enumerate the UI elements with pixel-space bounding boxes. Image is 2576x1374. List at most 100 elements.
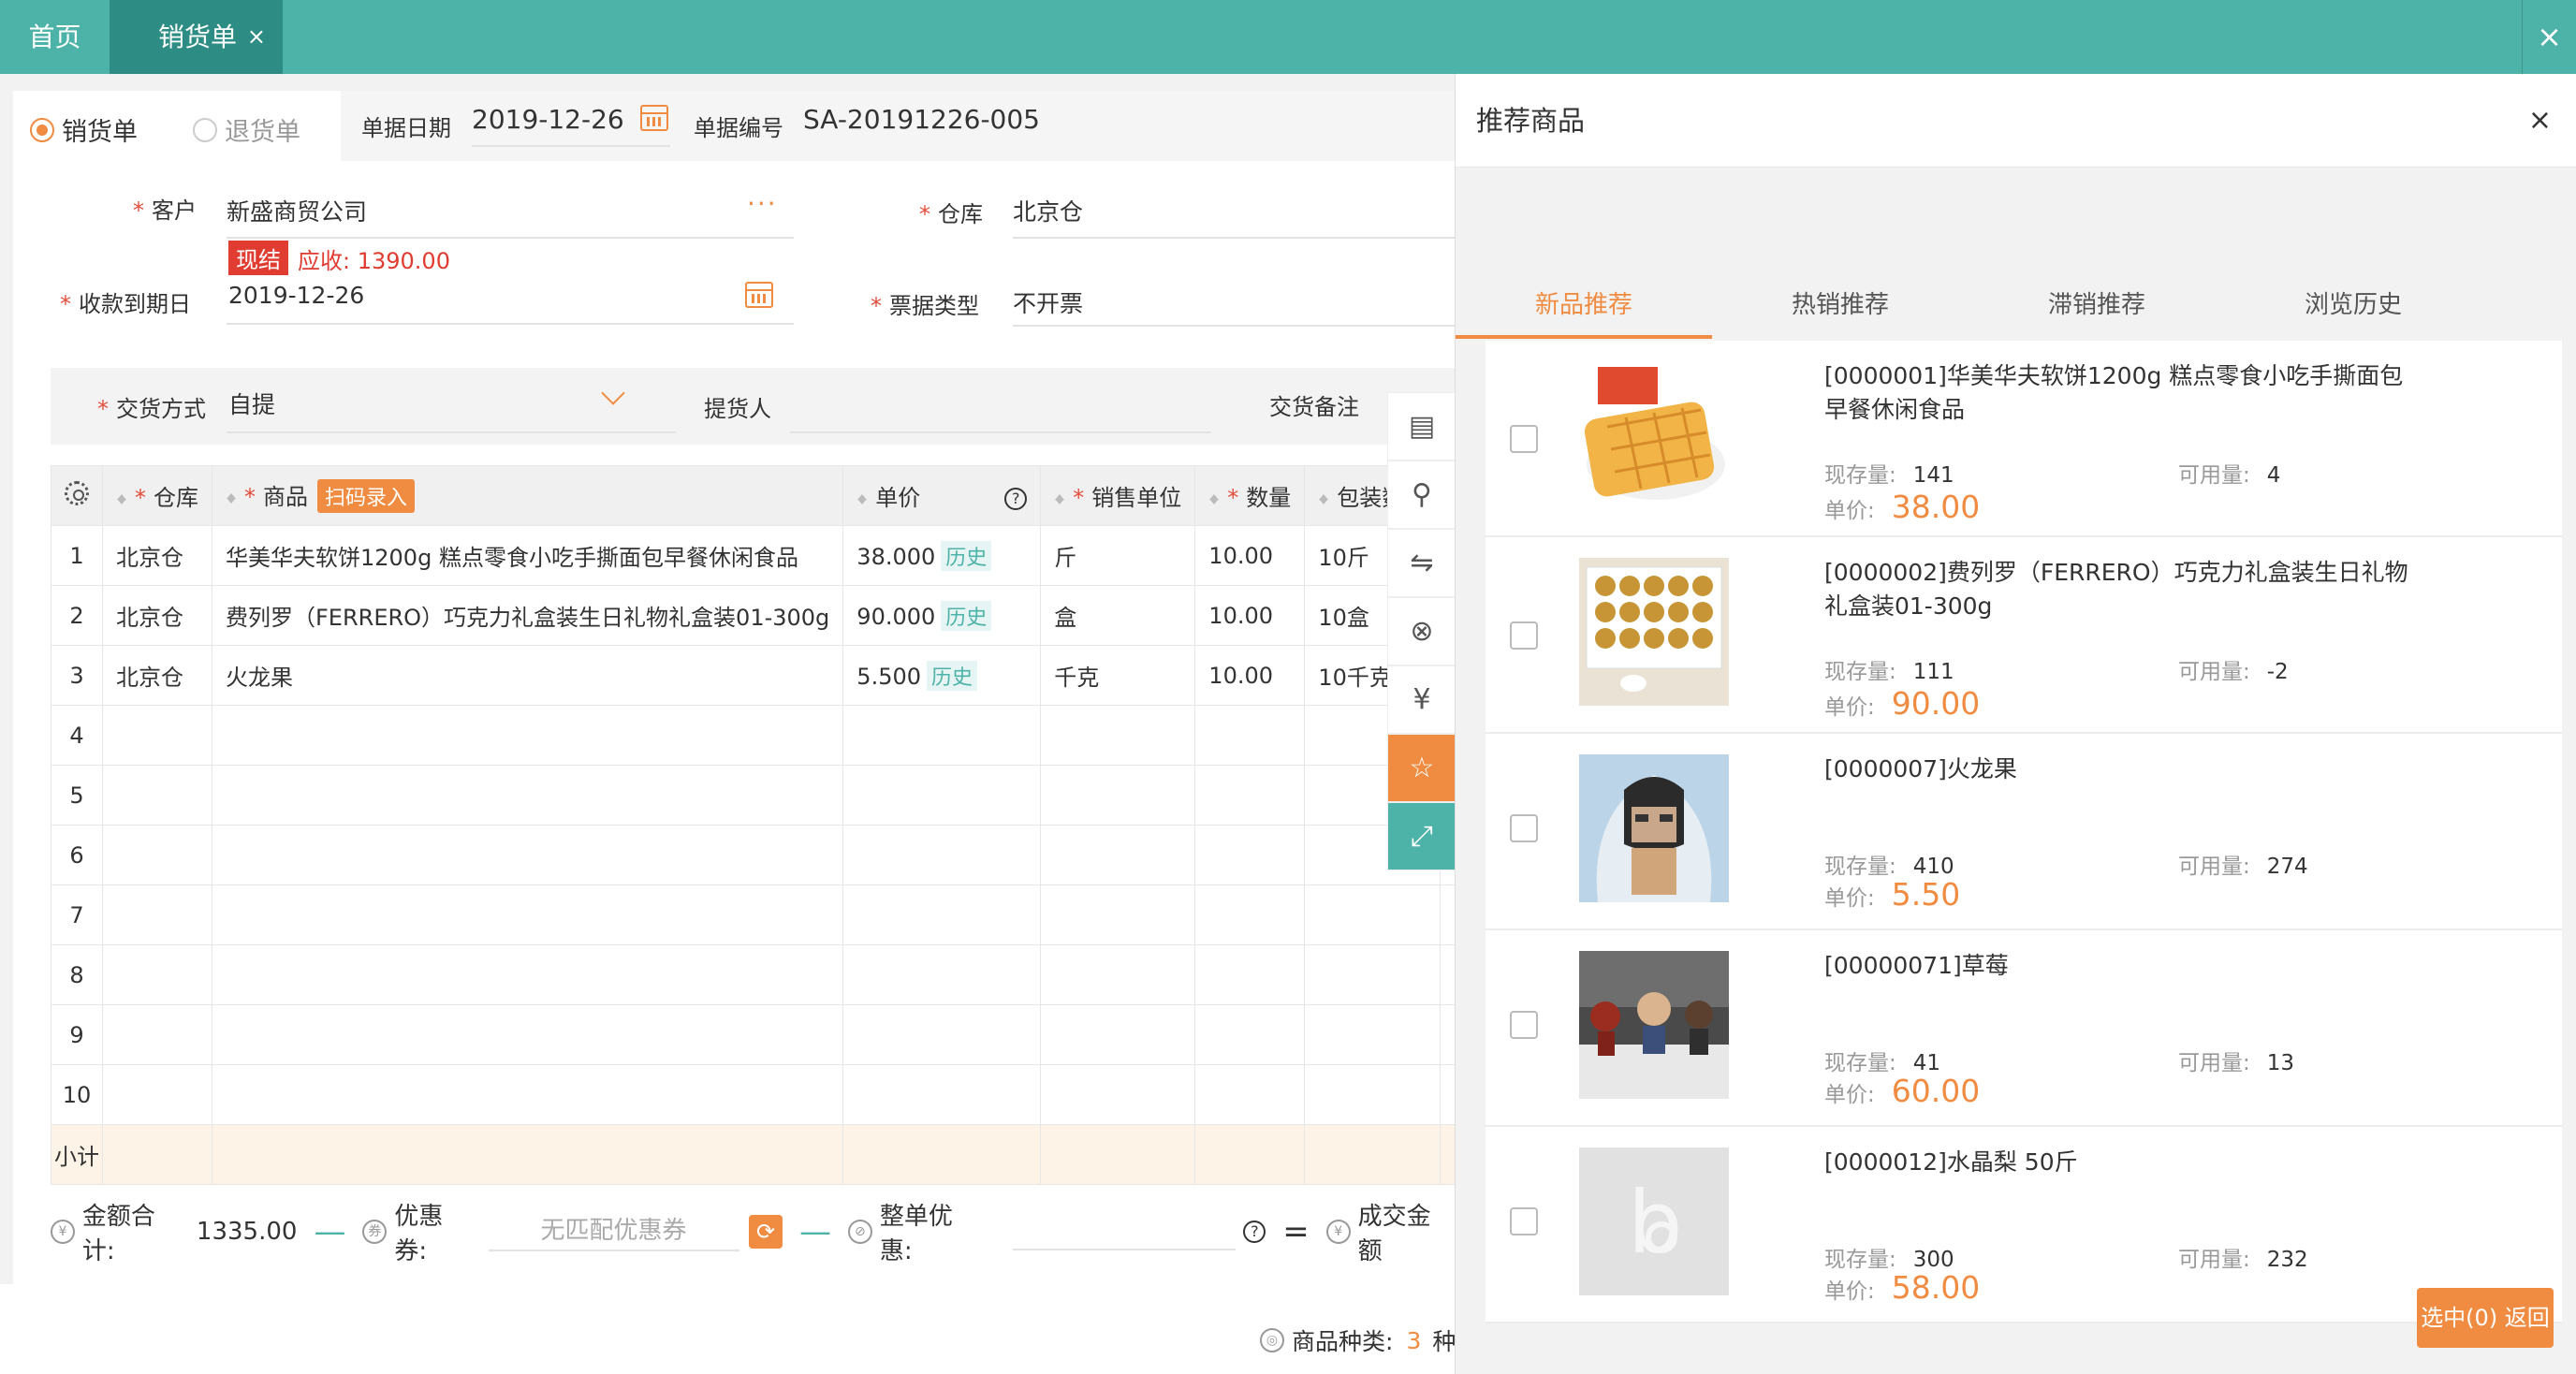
tab-history[interactable]: 浏览历史 — [2225, 285, 2481, 335]
cell-unit[interactable]: 千克 — [1040, 645, 1196, 706]
cell-product[interactable] — [211, 1064, 844, 1125]
cell-warehouse[interactable]: 北京仓 — [102, 525, 212, 586]
currency-icon[interactable]: ¥ — [1387, 665, 1456, 734]
cell-price[interactable] — [842, 765, 1042, 826]
cell-qty[interactable] — [1194, 1064, 1306, 1125]
cell-product[interactable]: 火龙果 — [211, 645, 844, 706]
cell-warehouse[interactable] — [102, 705, 212, 766]
table-row[interactable]: 8 — [51, 944, 1469, 1005]
cell-price[interactable]: 38.000 历史 — [842, 525, 1042, 586]
invoice-input[interactable]: 不开票 — [1013, 285, 1083, 319]
cell-product[interactable] — [211, 825, 844, 885]
list-item[interactable]: [00000071]草莓 现存量: 41 可用量: 13 单价: 60.00 — [1486, 930, 2562, 1127]
cell-qty[interactable]: 10.00 — [1194, 525, 1306, 586]
col-qty[interactable]: * 数量 — [1194, 465, 1306, 526]
calendar-icon[interactable] — [745, 282, 773, 308]
tab-sales-order[interactable]: 销货单 × — [110, 0, 283, 74]
help-icon[interactable]: ? — [1243, 1221, 1266, 1243]
cell-pack[interactable] — [1304, 884, 1442, 945]
cell-product[interactable] — [211, 1004, 844, 1065]
star-icon[interactable]: ☆ — [1387, 734, 1456, 802]
table-row[interactable]: 3 北京仓 火龙果 5.500 历史 千克 10.00 10千克 — [51, 645, 1469, 706]
cell-unit[interactable] — [1040, 825, 1196, 885]
cell-product[interactable] — [211, 705, 844, 766]
cell-unit[interactable] — [1040, 884, 1196, 945]
col-product[interactable]: * 商品 扫码录入 — [211, 465, 844, 526]
cell-pack[interactable] — [1304, 1064, 1442, 1125]
link-icon[interactable]: ⚲ — [1387, 460, 1456, 529]
cell-qty[interactable]: 10.00 — [1194, 645, 1306, 706]
column-settings[interactable] — [51, 465, 103, 526]
scan-entry-button[interactable]: 扫码录入 — [317, 479, 416, 513]
coupon-tool-icon[interactable]: ⊗ — [1387, 597, 1456, 665]
table-row[interactable]: 10 — [51, 1064, 1469, 1125]
checkbox[interactable] — [1510, 814, 1538, 842]
cell-price[interactable] — [842, 1004, 1042, 1065]
close-icon[interactable]: × — [2528, 74, 2552, 168]
checkbox[interactable] — [1510, 1207, 1538, 1235]
sort-icon[interactable] — [116, 489, 127, 509]
list-item[interactable]: [0000002]费列罗（FERRERO）巧克力礼盒装生日礼物礼盒装01-300… — [1486, 537, 2562, 734]
cell-qty[interactable] — [1194, 884, 1306, 945]
history-tag[interactable]: 历史 — [941, 600, 992, 631]
table-row[interactable]: 5 — [51, 765, 1469, 826]
picker-input[interactable] — [790, 431, 1211, 433]
cell-qty[interactable] — [1194, 765, 1306, 826]
cell-price[interactable]: 5.500 历史 — [842, 645, 1042, 706]
tab-close-icon[interactable]: × — [247, 0, 266, 74]
cell-qty[interactable] — [1194, 825, 1306, 885]
cell-pack[interactable] — [1304, 1004, 1442, 1065]
tab-slow[interactable]: 滞销推荐 — [1969, 285, 2225, 335]
cell-warehouse[interactable] — [102, 765, 212, 826]
list-item[interactable]: [0000007]火龙果 现存量: 410 可用量: 274 单价: 5.50 — [1486, 734, 2562, 930]
discount-input[interactable] — [1012, 1213, 1237, 1250]
radio-return[interactable]: 退货单 — [193, 111, 300, 148]
expand-icon[interactable]: ⤢ — [1387, 802, 1456, 870]
tab-new[interactable]: 新品推荐 — [1456, 285, 1712, 339]
list-item[interactable]: b [0000012]水晶梨 50斤 现存量: 300 可用量: 232 单价: 58… — [1486, 1127, 2562, 1323]
duedate-input[interactable]: 2019-12-26 — [228, 282, 364, 309]
table-row[interactable]: 7 — [51, 884, 1469, 945]
table-row[interactable]: 9 — [51, 1004, 1469, 1065]
sort-icon[interactable] — [1054, 489, 1065, 509]
cell-qty[interactable] — [1194, 705, 1306, 766]
checkbox[interactable] — [1510, 425, 1538, 453]
cell-price[interactable] — [842, 825, 1042, 885]
cell-warehouse[interactable] — [102, 944, 212, 1005]
cell-warehouse[interactable] — [102, 1004, 212, 1065]
date-input[interactable]: 2019-12-26 — [472, 104, 624, 135]
history-tag[interactable]: 历史 — [941, 540, 992, 571]
checkbox[interactable] — [1510, 1011, 1538, 1039]
cell-unit[interactable] — [1040, 1004, 1196, 1065]
table-row[interactable]: 1 北京仓 华美华夫软饼1200g 糕点零食小吃手撕面包早餐休闲食品 38.00… — [51, 525, 1469, 586]
delivery-select[interactable]: 自提 — [228, 387, 275, 420]
cell-warehouse[interactable]: 北京仓 — [102, 645, 212, 706]
cell-unit[interactable]: 斤 — [1040, 525, 1196, 586]
table-row[interactable]: 2 北京仓 费列罗（FERRERO）巧克力礼盒装生日礼物礼盒装01-300g 9… — [51, 585, 1469, 646]
sort-icon[interactable] — [226, 488, 237, 508]
gear-icon[interactable] — [65, 480, 89, 505]
history-tag[interactable]: 历史 — [927, 660, 978, 691]
cell-pack[interactable] — [1304, 944, 1442, 1005]
sort-icon[interactable] — [1318, 489, 1329, 509]
cell-product[interactable] — [211, 944, 844, 1005]
cell-unit[interactable]: 盒 — [1040, 585, 1196, 646]
checkbox[interactable] — [1510, 621, 1538, 650]
more-icon[interactable]: ··· — [747, 188, 778, 219]
cell-product[interactable] — [211, 765, 844, 826]
list-item[interactable]: [0000001]华美华夫软饼1200g 糕点零食小吃手撕面包早餐休闲食品 现存… — [1486, 341, 2562, 537]
chevron-down-icon[interactable] — [601, 381, 625, 405]
cell-warehouse[interactable] — [102, 1064, 212, 1125]
col-warehouse[interactable]: * 仓库 — [102, 465, 212, 526]
table-row[interactable]: 4 — [51, 705, 1469, 766]
swap-icon[interactable]: ⇋ — [1387, 529, 1456, 597]
cell-qty[interactable]: 10.00 — [1194, 585, 1306, 646]
cell-warehouse[interactable] — [102, 884, 212, 945]
cell-warehouse[interactable]: 北京仓 — [102, 585, 212, 646]
cell-unit[interactable] — [1040, 765, 1196, 826]
cell-unit[interactable] — [1040, 944, 1196, 1005]
cell-unit[interactable] — [1040, 1064, 1196, 1125]
cell-price[interactable]: 90.000 历史 — [842, 585, 1042, 646]
calendar-icon[interactable] — [640, 105, 668, 131]
table-row[interactable]: 6 — [51, 825, 1469, 885]
